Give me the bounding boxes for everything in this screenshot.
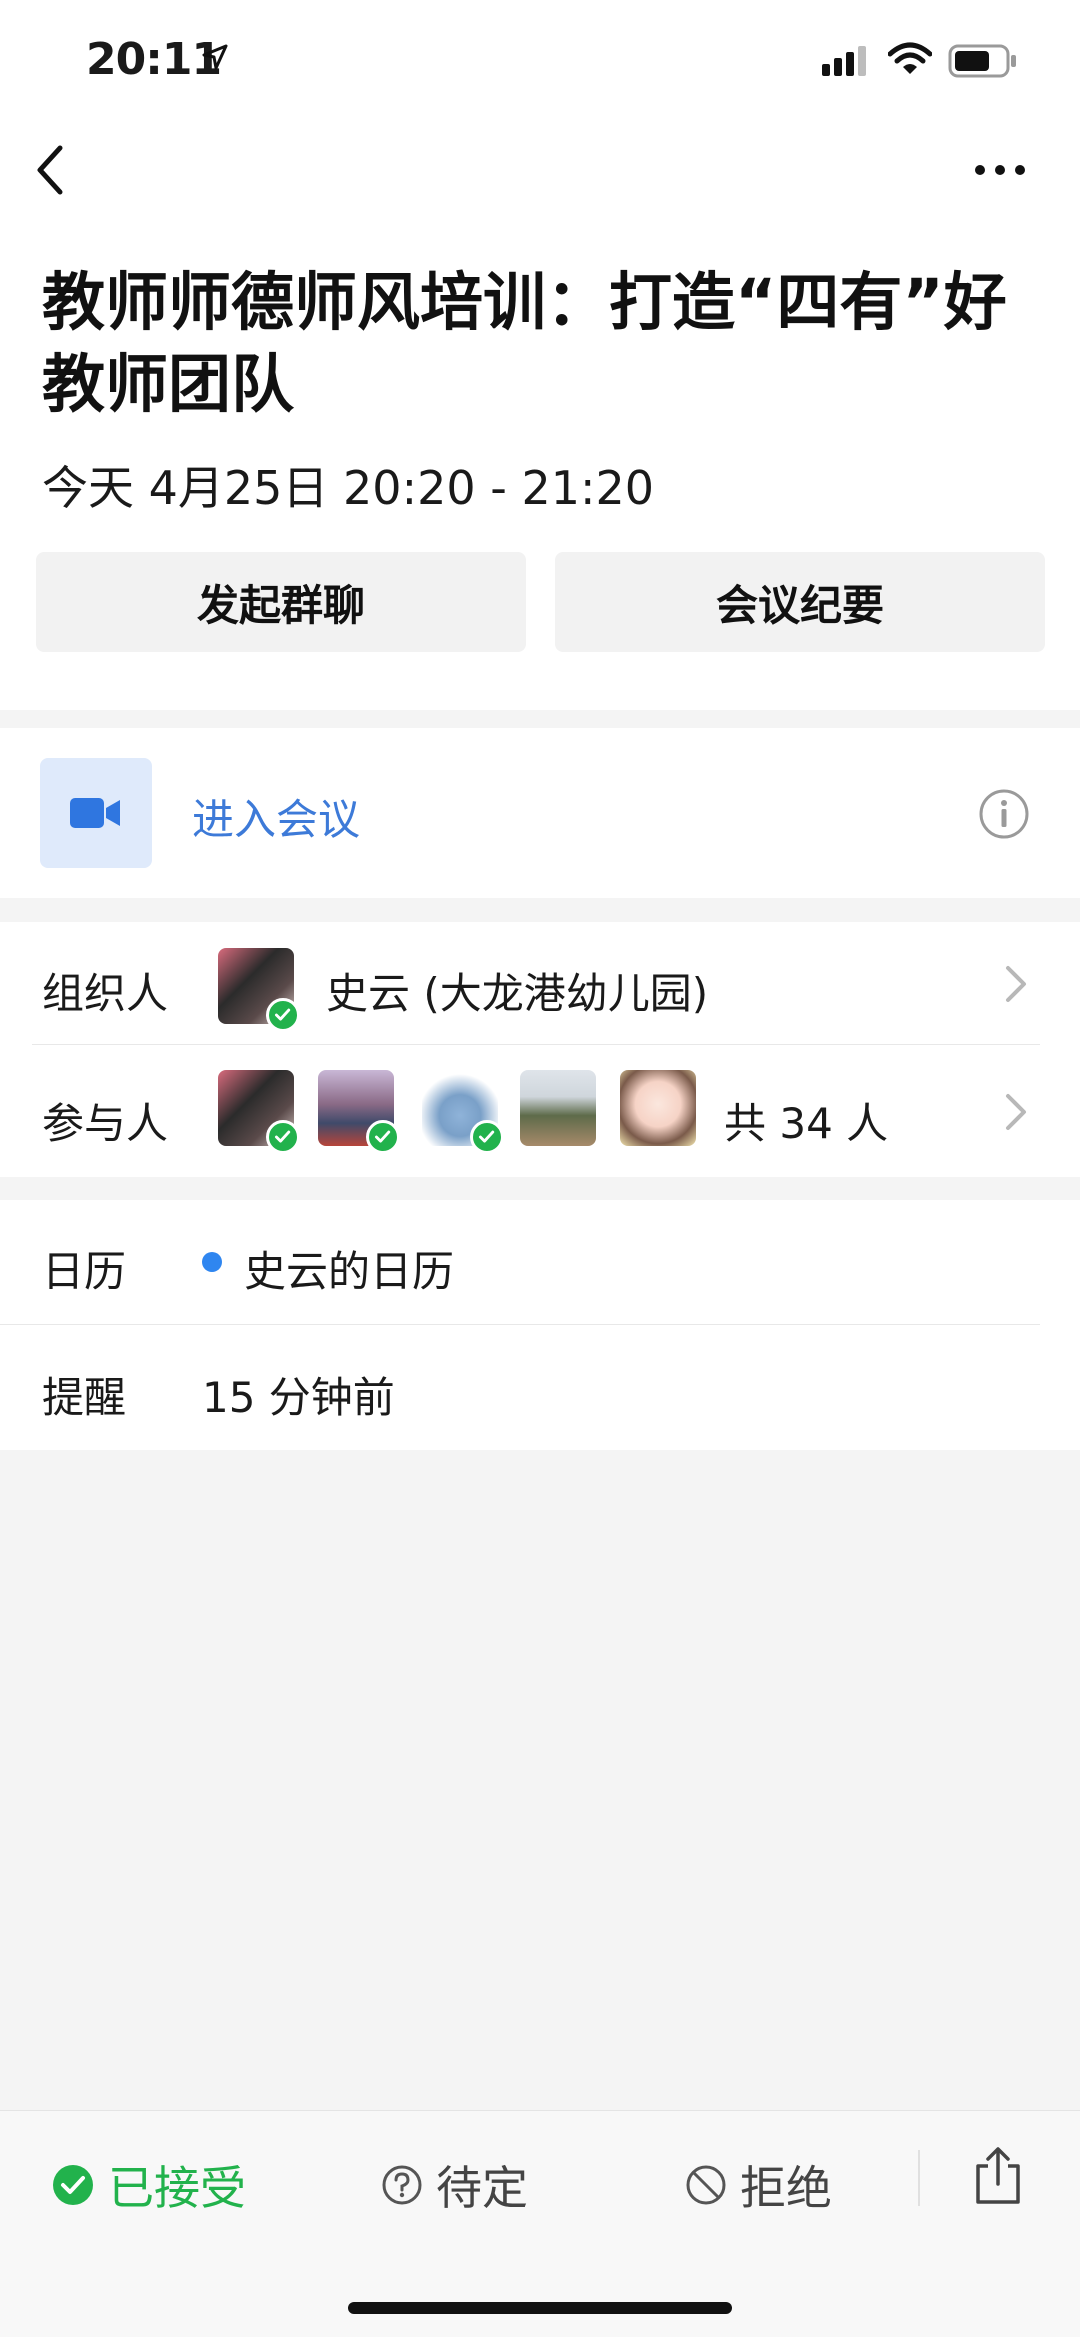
accepted-check-icon [266, 998, 300, 1032]
decline-button[interactable]: 拒绝 [686, 2150, 832, 2220]
event-time: 今天 4月25日 20:20 - 21:20 [42, 461, 655, 515]
question-mark-icon [382, 2165, 422, 2205]
cellular-signal-icon [822, 46, 866, 76]
accepted-check-icon [53, 2165, 93, 2205]
join-meeting-row[interactable] [0, 728, 1080, 898]
video-camera-icon[interactable] [40, 758, 152, 868]
avatar[interactable] [520, 1070, 596, 1146]
participants-label: 参与人 [42, 1099, 169, 1148]
organizer-label: 组织人 [42, 969, 169, 1018]
meeting-minutes-button[interactable]: 会议纪要 [555, 552, 1045, 652]
back-button[interactable] [30, 140, 70, 200]
divider [918, 2150, 920, 2206]
accepted-label: 已接受 [108, 2161, 246, 2215]
calendar-section [0, 1200, 1080, 1450]
reminder-value[interactable]: 15 分钟前 [202, 1364, 395, 1425]
reminder-label: 提醒 [42, 1373, 127, 1422]
chevron-right-icon[interactable] [1004, 1092, 1028, 1132]
participants-count: 共 34 人 [724, 1099, 889, 1148]
divider [0, 1324, 1040, 1325]
start-group-chat-button[interactable]: 发起群聊 [36, 552, 526, 652]
chevron-right-icon[interactable] [1004, 964, 1028, 1004]
tentative-label: 待定 [436, 2161, 528, 2215]
calendar-label: 日历 [42, 1247, 127, 1296]
calendar-color-dot [202, 1252, 222, 1272]
decline-label: 拒绝 [740, 2161, 832, 2215]
divider [32, 1044, 1040, 1045]
info-icon[interactable] [978, 788, 1030, 840]
avatar[interactable] [318, 1070, 400, 1154]
status-bar: 20:11 [0, 0, 1080, 120]
more-options-button[interactable] [970, 150, 1030, 190]
calendar-value[interactable]: 史云的日历 [244, 1238, 454, 1299]
avatar[interactable] [620, 1070, 696, 1146]
join-meeting-label[interactable]: 进入会议 [192, 786, 360, 847]
wifi-icon [888, 42, 932, 74]
accepted-button[interactable]: 已接受 [52, 2150, 246, 2220]
avatar[interactable] [218, 948, 300, 1032]
home-indicator[interactable] [348, 2302, 732, 2314]
avatar[interactable] [218, 1070, 300, 1154]
accepted-check-icon [266, 1120, 300, 1154]
accepted-check-icon [470, 1120, 504, 1154]
location-arrow-icon [202, 44, 228, 70]
battery-icon [948, 44, 1016, 78]
share-icon[interactable] [972, 2146, 1024, 2206]
organizer-name: 史云 (大龙港幼儿园) [326, 969, 709, 1018]
accepted-check-icon [366, 1120, 400, 1154]
decline-icon [686, 2165, 726, 2205]
tentative-button[interactable]: 待定 [382, 2150, 528, 2220]
status-time: 20:11 [86, 34, 222, 85]
event-title: 教师师德师风培训：打造“四有”好教师团队 [42, 266, 1007, 421]
avatar[interactable] [422, 1070, 504, 1154]
